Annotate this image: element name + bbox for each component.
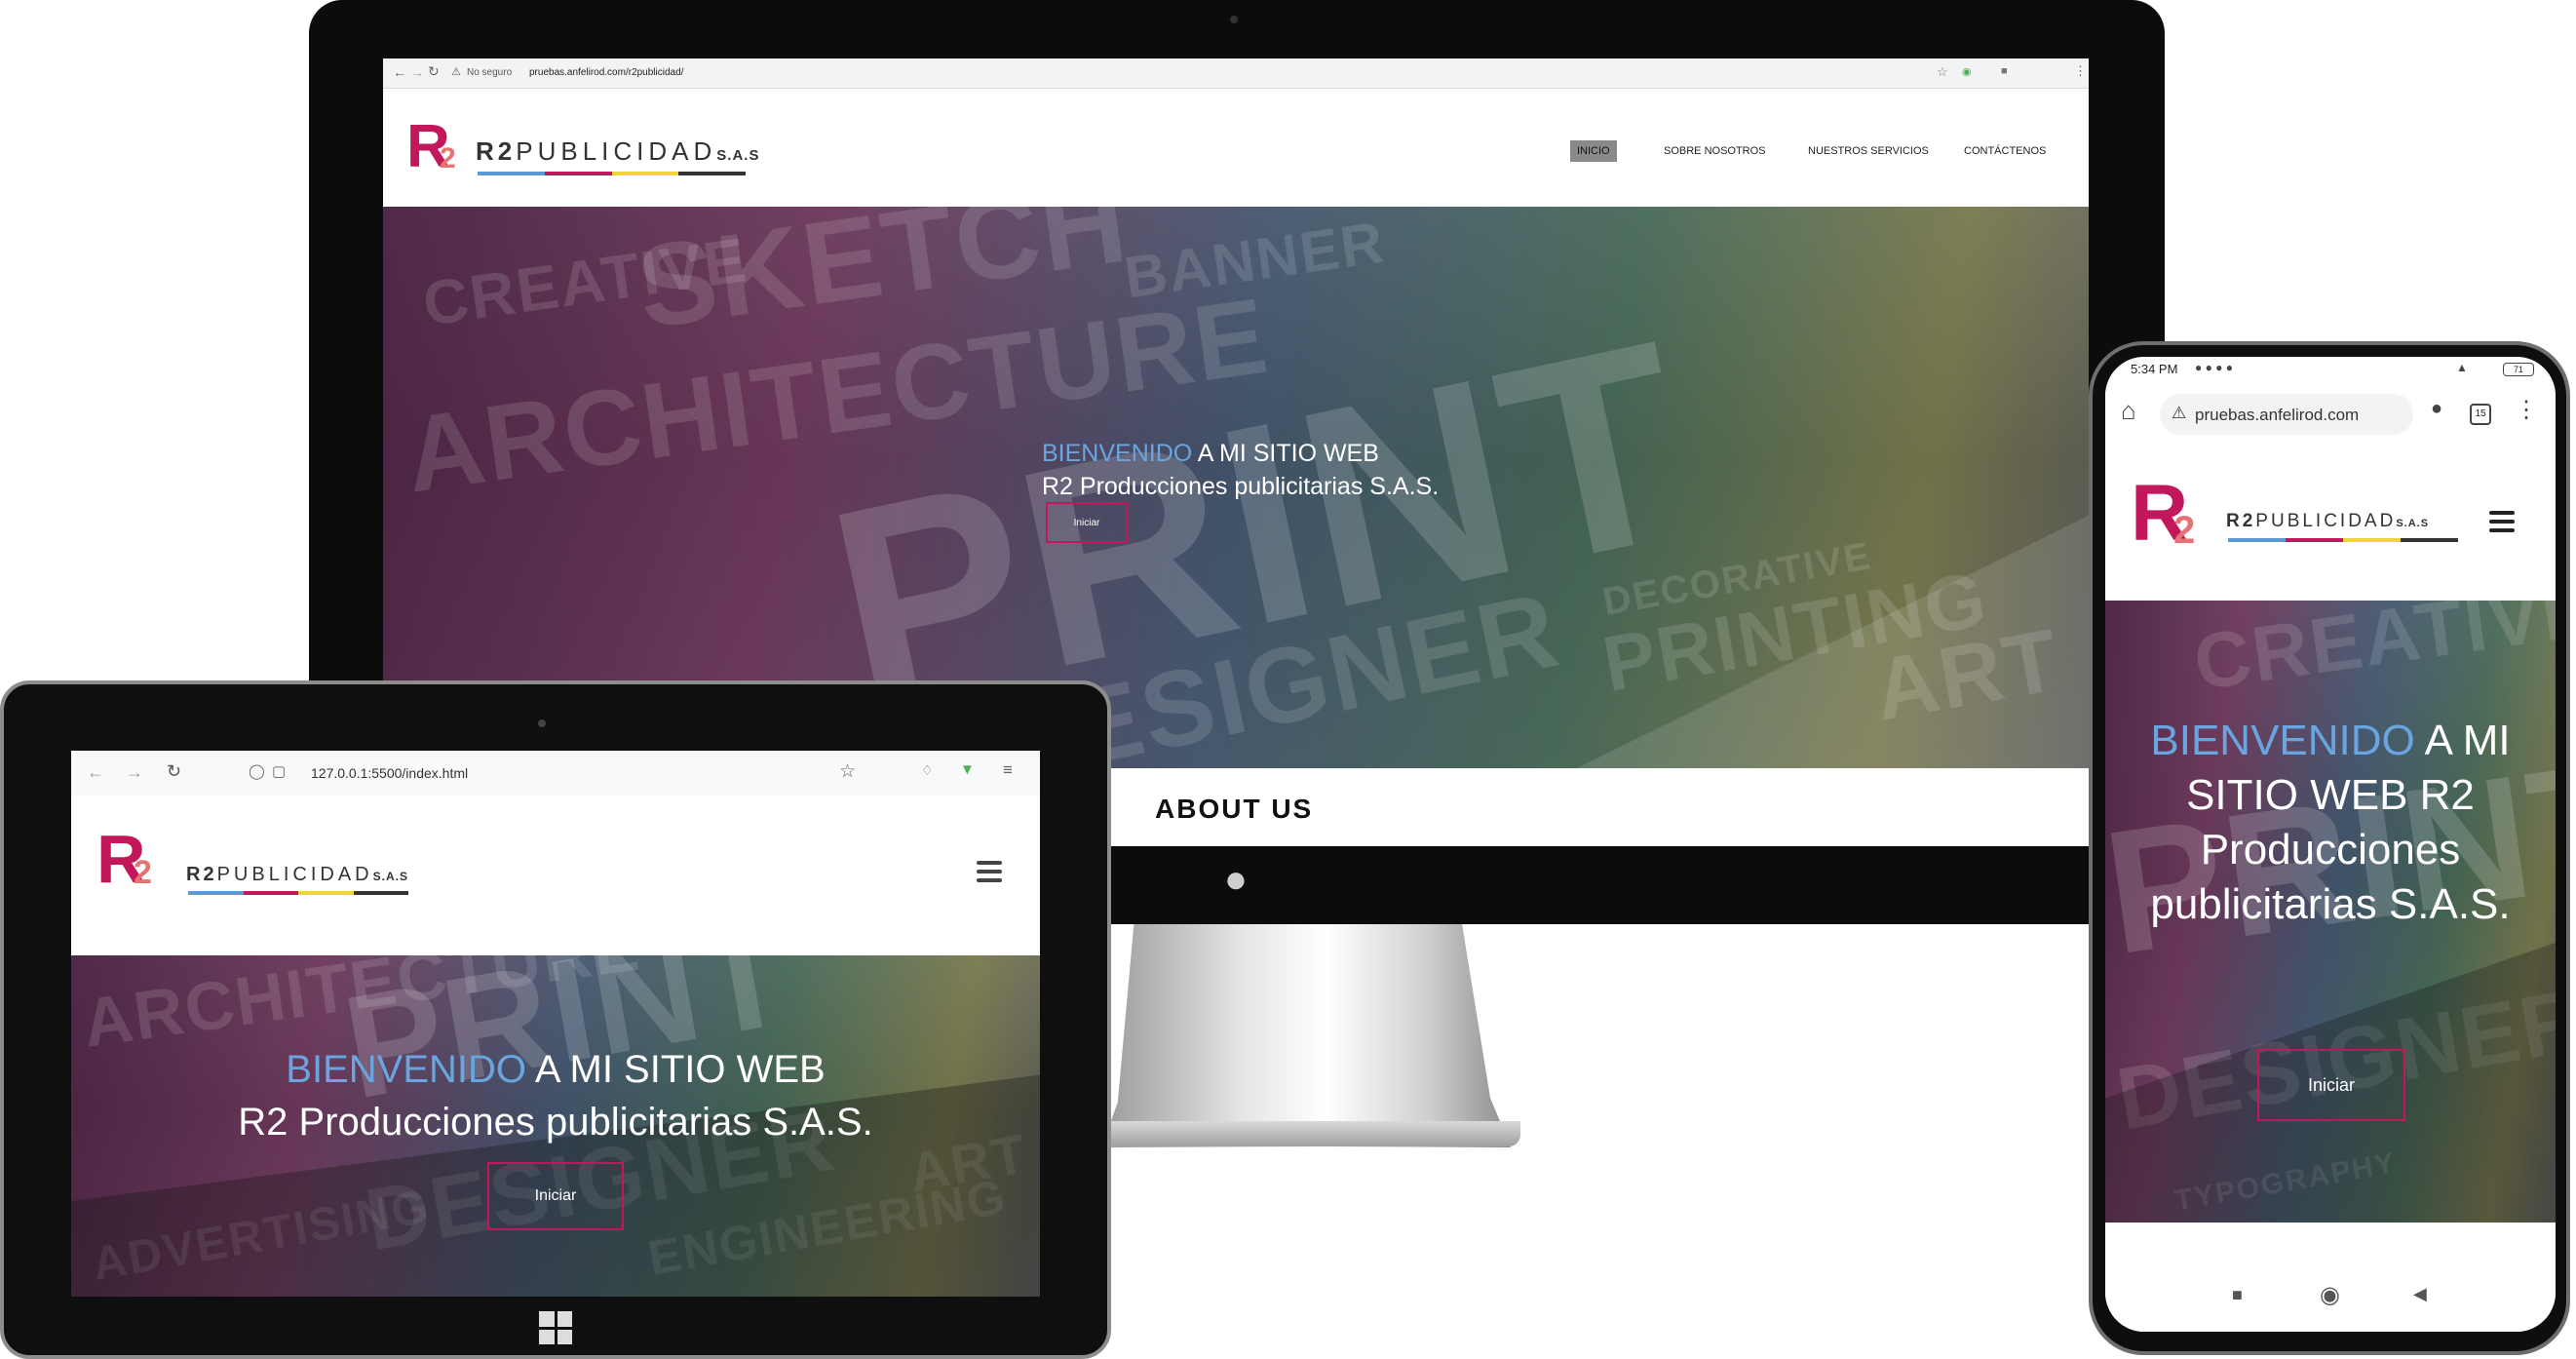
brand-color-bar — [188, 891, 408, 895]
shield-icon: ◯ — [249, 763, 265, 780]
overflow-menu-icon[interactable]: ⋮ — [2515, 396, 2538, 424]
pocket-icon[interactable]: ♢ — [921, 762, 934, 779]
page-icon: ▢ — [272, 763, 287, 780]
url-warning: No seguro — [467, 67, 513, 78]
warning-icon: ⚠ — [2172, 404, 2187, 422]
forward-icon[interactable]: → — [126, 762, 143, 783]
apple-logo-icon: ● — [1223, 858, 1249, 901]
iniciar-button[interactable]: Iniciar — [487, 1162, 624, 1230]
brand-name: R2PUBLICIDADS.A.S — [186, 864, 408, 886]
phone-url-field[interactable]: ⚠ pruebas.anfelirod.com — [2160, 394, 2413, 435]
about-title: ABOUT US — [1155, 794, 1314, 824]
extension-icon[interactable]: ▼ — [960, 761, 975, 778]
nav-sobre-nosotros[interactable]: SOBRE NOSOTROS — [1664, 145, 1766, 157]
brand-sas: S.A.S — [372, 870, 408, 883]
home-button-icon[interactable]: ◉ — [2320, 1281, 2340, 1309]
logo-2-mark: 2 — [440, 142, 456, 175]
hamburger-menu-icon[interactable] — [2489, 511, 2515, 532]
windows-logo-icon[interactable] — [539, 1311, 572, 1344]
star-icon[interactable]: ☆ — [1937, 64, 1948, 80]
reload-icon[interactable]: ↻ — [167, 761, 181, 782]
back-icon[interactable]: ← — [87, 762, 104, 783]
star-icon[interactable]: ☆ — [839, 760, 856, 783]
welcome-blue: BIENVENIDO — [286, 1048, 526, 1091]
tablet-welcome: BIENVENIDO A MI SITIO WEB R2 Produccione… — [71, 1043, 1040, 1148]
phone-welcome: BIENVENIDO A MI SITIO WEB R2 Produccione… — [2144, 714, 2517, 932]
welcome-rest: A MI SITIO WEB — [1192, 440, 1379, 467]
welcome-blue: BIENVENIDO — [2150, 717, 2415, 764]
signal-icon: ▲ — [2456, 361, 2468, 374]
menu-icon[interactable]: ≡ — [1003, 760, 1013, 780]
home-icon[interactable]: ⌂ — [2121, 396, 2136, 426]
desktop-site-header: R 2 R2PUBLICIDADS.A.S INICIO SOBRE NOSOT… — [383, 103, 2089, 207]
monitor-stand-base — [1101, 1121, 1520, 1146]
brand-sas: S.A.S — [716, 147, 760, 164]
desktop-welcome: BIENVENIDO A MI SITIO WEB R2 Produccione… — [1042, 437, 1439, 503]
url-field[interactable]: pruebas.anfelirod.com/r2publicidad/ — [529, 67, 683, 78]
battery-icon: 71 — [2503, 363, 2534, 376]
brand-r2: R2 — [476, 136, 517, 166]
welcome-subtitle: R2 Producciones publicitarias S.A.S. — [238, 1101, 873, 1144]
nav-inicio[interactable]: INICIO — [1570, 140, 1617, 162]
microphone-icon[interactable]: ● — [2431, 398, 2442, 420]
brand-r2: R2 — [2226, 511, 2256, 531]
phone-nav-bar: ■ ◉ ◀ — [2105, 1273, 2556, 1332]
brand-publicidad: PUBLICIDAD — [516, 136, 717, 166]
phone-hero: CREATIVE PRINT DESIGNER TYPOGRAPHY BIENV… — [2105, 601, 2556, 1223]
url-text: pruebas.anfelirod.com — [2195, 406, 2360, 424]
brand-publicidad: PUBLICIDAD — [216, 864, 373, 885]
brand-name: R2PUBLICIDADS.A.S — [476, 136, 759, 167]
hero-word: CREATIVE — [2188, 601, 2556, 707]
brand-color-bar — [2228, 538, 2458, 542]
brand-publicidad: PUBLICIDAD — [2255, 511, 2397, 531]
tablet-hero: ARCHITECTURE PRINT ADVERTISING DESIGNER … — [71, 955, 1040, 1297]
tablet-camera-icon — [538, 719, 546, 727]
brand-color-bar — [478, 172, 746, 175]
url-field[interactable]: 127.0.0.1:5500/index.html — [311, 765, 468, 781]
forward-icon[interactable]: → — [410, 64, 424, 80]
iniciar-button[interactable]: Iniciar — [1046, 502, 1128, 543]
welcome-heading: BIENVENIDO A MI SITIO WEB — [71, 1043, 1040, 1096]
recents-icon[interactable]: ■ — [2232, 1285, 2243, 1305]
desktop-browser-toolbar: ← → ↻ ⚠ No seguro pruebas.anfelirod.com/… — [383, 58, 2089, 89]
logo-2-mark: 2 — [2173, 509, 2196, 552]
phone-site-header: R 2 R2PUBLICIDADS.A.S — [2105, 447, 2556, 601]
notification-icons: ● ● ● ● — [2195, 361, 2233, 374]
camera-icon — [1230, 16, 1238, 23]
welcome-heading: BIENVENIDO A MI SITIO WEB — [1042, 437, 1439, 470]
nav-contactenos[interactable]: CONTÁCTENOS — [1964, 145, 2046, 157]
hamburger-menu-icon[interactable] — [977, 861, 1002, 882]
back-icon[interactable]: ← — [393, 64, 406, 80]
back-icon[interactable]: ◀ — [2413, 1284, 2427, 1304]
monitor-stand — [1101, 921, 1511, 1147]
warning-icon: ⚠ — [451, 66, 461, 78]
tab-switcher-icon[interactable]: 15 — [2470, 404, 2491, 425]
phone-screen: 5:34 PM ● ● ● ● ▲ 71 ⌂ ⚠ pruebas.anfelir… — [2105, 357, 2556, 1332]
reload-icon[interactable]: ↻ — [428, 63, 440, 80]
tablet-screen: ← → ↻ ◯ ▢ 127.0.0.1:5500/index.html ☆ ♢ … — [71, 751, 1040, 1297]
status-time: 5:34 PM — [2131, 362, 2178, 376]
puzzle-icon[interactable]: ■ — [2001, 65, 2008, 77]
menu-dots-icon[interactable]: ⋮ — [2074, 63, 2087, 79]
tablet-site-header: R 2 R2PUBLICIDADS.A.S — [71, 796, 1040, 955]
brand-name: R2PUBLICIDADS.A.S — [2226, 511, 2429, 532]
iniciar-button[interactable]: Iniciar — [2257, 1049, 2405, 1121]
brand-r2: R2 — [186, 864, 217, 885]
welcome-subtitle: R2 Producciones publicitarias S.A.S. — [1042, 473, 1440, 500]
nav-nuestros-servicios[interactable]: NUESTROS SERVICIOS — [1808, 145, 1929, 157]
welcome-rest: A MI SITIO WEB — [526, 1048, 826, 1091]
extension-icon[interactable]: ◉ — [1962, 65, 1972, 78]
tablet-browser-toolbar: ← → ↻ ◯ ▢ 127.0.0.1:5500/index.html ☆ ♢ … — [71, 751, 1040, 796]
phone-status-bar: 5:34 PM ● ● ● ● ▲ 71 — [2105, 357, 2556, 382]
phone-browser-toolbar: ⌂ ⚠ pruebas.anfelirod.com ● 15 ⋮ — [2105, 382, 2556, 447]
brand-sas: S.A.S — [2396, 518, 2430, 529]
logo-2-mark: 2 — [134, 854, 152, 891]
welcome-blue: BIENVENIDO — [1042, 440, 1193, 467]
